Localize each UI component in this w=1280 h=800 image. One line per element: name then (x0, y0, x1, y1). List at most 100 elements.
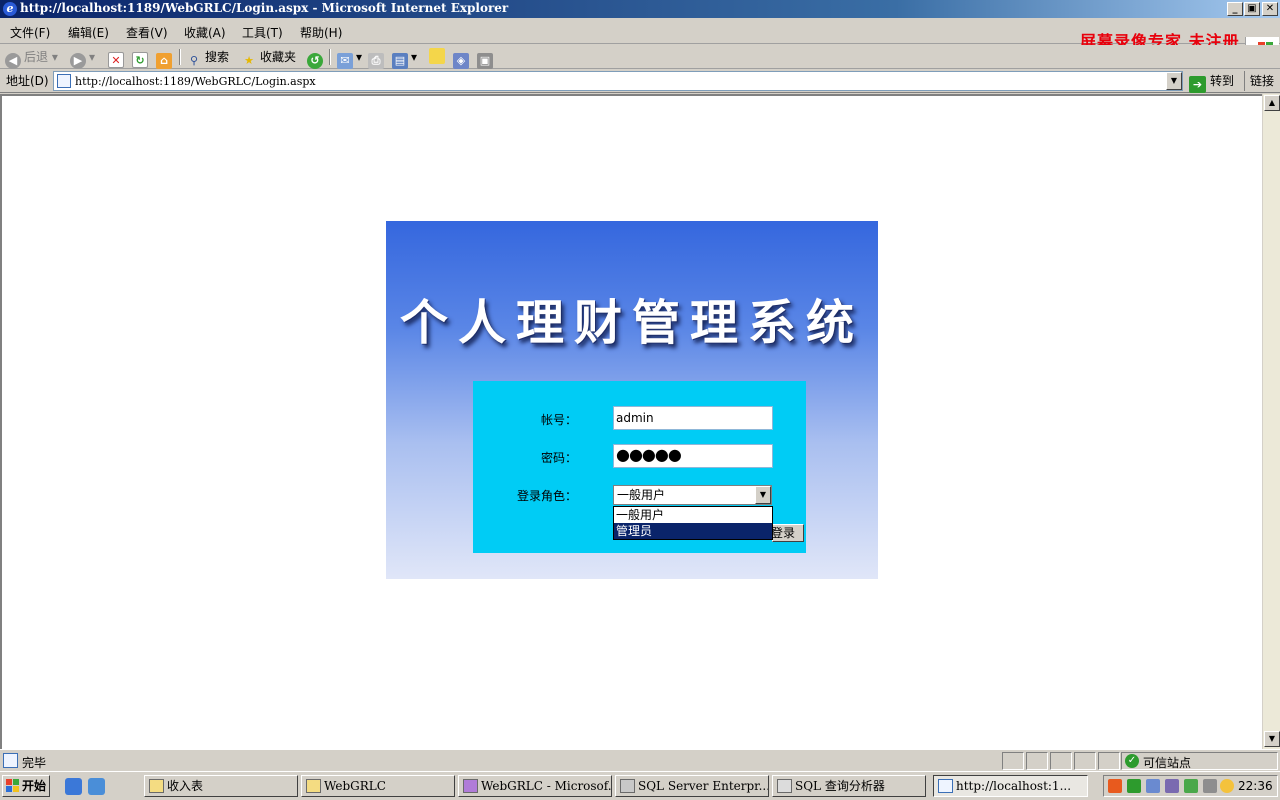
scroll-up-button[interactable]: ▲ (1264, 95, 1280, 111)
back-arrow-icon: ◀ (5, 53, 21, 69)
history-button[interactable]: ↺ (307, 48, 326, 69)
page-status-icon (3, 753, 18, 768)
taskbar: 开始 收入表 WebGRLC WebGRLC - Microsof... SQL… (0, 771, 1280, 800)
address-dropdown-button[interactable]: ▼ (1166, 72, 1182, 90)
sql-server-icon (620, 779, 635, 793)
recorder-tray-icon[interactable] (1108, 779, 1122, 793)
quicklaunch-ie-icon[interactable] (65, 778, 82, 795)
sql-service-tray-icon[interactable] (1165, 779, 1179, 793)
status-cell (1026, 752, 1048, 770)
window-title-bar: e http://localhost:1189/WebGRLC/Login.as… (0, 0, 1280, 18)
scroll-down-button[interactable]: ▼ (1264, 731, 1280, 747)
refresh-button[interactable]: ↻ (132, 48, 151, 68)
back-button[interactable]: ◀ 后退 ▾ (5, 48, 58, 69)
search-button[interactable]: ⚲ 搜索 (186, 48, 230, 67)
status-bar: 完毕 ✓ 可信站点 (0, 749, 1280, 771)
edit-page-icon: ▤ (392, 53, 408, 69)
task-visual-studio[interactable]: WebGRLC - Microsof... (458, 775, 612, 797)
task-label: http://localhost:1... (956, 779, 1072, 793)
password-label: 密码： (540, 451, 577, 465)
search-label: 搜索 (205, 50, 230, 64)
start-button[interactable]: 开始 (2, 775, 50, 797)
login-panel: 个人理财管理系统 帐号： admin 密码： ●●●●● 登录角色： 一般用户 … (386, 221, 878, 579)
print-button[interactable]: ⎙ (368, 48, 387, 69)
display-tray-icon[interactable] (1146, 779, 1160, 793)
home-button[interactable]: ⌂ (156, 48, 175, 69)
role-selected-value: 一般用户 (617, 488, 666, 502)
role-option-admin[interactable]: 管理员 (614, 523, 772, 539)
close-button[interactable]: ✕ (1262, 2, 1278, 16)
star-icon: ★ (244, 54, 254, 67)
status-cell (1002, 752, 1024, 770)
login-button-label: 登录 (772, 526, 796, 540)
stop-button[interactable]: ✕ (108, 48, 127, 68)
task-sql-query-analyzer[interactable]: SQL 查询分析器 (772, 775, 926, 797)
role-option-normal-user[interactable]: 一般用户 (614, 507, 772, 523)
menu-favorites[interactable]: 收藏(A) (184, 24, 226, 41)
messenger-button[interactable]: ◈ (453, 48, 472, 69)
device-tray-icon[interactable] (1203, 779, 1217, 793)
address-input[interactable]: http://localhost:1189/WebGRLC/Login.aspx… (53, 71, 1183, 91)
account-label: 帐号： (540, 413, 577, 427)
menu-help[interactable]: 帮助(H) (300, 24, 342, 41)
address-url[interactable]: http://localhost:1189/WebGRLC/Login.aspx (75, 75, 316, 88)
role-label: 登录角色： (516, 489, 577, 503)
task-sql-enterprise[interactable]: SQL Server Enterpr... (615, 775, 769, 797)
trusted-zone-icon: ✓ (1125, 754, 1139, 768)
forward-button[interactable]: ▶ ▾ (70, 48, 95, 69)
note-icon (429, 48, 445, 64)
task-label: WebGRLC (324, 779, 386, 793)
menu-view[interactable]: 查看(V) (126, 24, 168, 41)
menu-file[interactable]: 文件(F) (10, 24, 50, 41)
folder-icon (306, 779, 321, 793)
login-form: 帐号： admin 密码： ●●●●● 登录角色： 一般用户 ▼ 登录 一般用户… (473, 381, 806, 553)
status-cell (1074, 752, 1096, 770)
volume-tray-icon[interactable] (1184, 779, 1198, 793)
system-title: 个人理财管理系统 (399, 295, 864, 351)
task-label: SQL 查询分析器 (795, 779, 885, 793)
address-bar: 地址(D) http://localhost:1189/WebGRLC/Logi… (0, 69, 1280, 93)
status-cell (1050, 752, 1072, 770)
research-icon: ▣ (477, 53, 493, 69)
account-input[interactable]: admin (613, 406, 773, 430)
role-select[interactable]: 一般用户 ▼ (613, 485, 772, 505)
toolbar-separator (329, 49, 331, 65)
menu-edit[interactable]: 编辑(E) (68, 24, 109, 41)
task-income-table[interactable]: 收入表 (144, 775, 298, 797)
role-dropdown-list: 一般用户 管理员 (613, 506, 773, 540)
start-label: 开始 (22, 779, 47, 793)
research-button[interactable]: ▣ (477, 48, 496, 69)
task-webgrlc-folder[interactable]: WebGRLC (301, 775, 455, 797)
network-tray-icon[interactable] (1127, 779, 1141, 793)
zone-text: 可信站点 (1143, 756, 1192, 770)
edit-button[interactable]: ▤ ▾ (392, 48, 417, 69)
window-title: http://localhost:1189/WebGRLC/Login.aspx… (20, 1, 509, 15)
go-arrow-icon: ➔ (1189, 76, 1206, 93)
windows-flag-icon (6, 779, 20, 793)
task-ie-localhost[interactable]: http://localhost:1... (933, 775, 1088, 797)
menu-tools[interactable]: 工具(T) (242, 24, 283, 41)
go-button[interactable]: ➔ 转到 (1189, 71, 1234, 93)
maximize-button[interactable]: ▣ (1244, 2, 1260, 16)
favorites-button[interactable]: ★ 收藏夹 (241, 48, 296, 67)
login-button[interactable]: 登录 (772, 524, 804, 542)
ie-icon: e (3, 2, 17, 16)
folder-icon (149, 779, 164, 793)
page-viewport: 个人理财管理系统 帐号： admin 密码： ●●●●● 登录角色： 一般用户 … (0, 94, 1262, 749)
history-icon: ↺ (307, 53, 323, 69)
query-analyzer-icon (777, 779, 792, 793)
mail-button[interactable]: ✉ ▾ (337, 48, 362, 69)
messenger-tray-icon[interactable] (1220, 779, 1234, 793)
task-label: WebGRLC - Microsof... (481, 779, 612, 793)
back-label: 后退 (24, 50, 49, 64)
search-icon: ⚲ (189, 54, 199, 67)
minimize-button[interactable]: _ (1227, 2, 1243, 16)
chevron-down-icon[interactable]: ▼ (755, 486, 771, 504)
quicklaunch-desktop-icon[interactable] (88, 778, 105, 795)
links-button[interactable]: 链接 (1244, 71, 1274, 91)
discuss-button[interactable] (429, 48, 448, 66)
password-input[interactable]: ●●●●● (613, 444, 773, 468)
refresh-icon: ↻ (132, 52, 148, 68)
vertical-scrollbar[interactable]: ▲ ▼ (1262, 94, 1280, 749)
task-label: SQL Server Enterpr... (638, 779, 769, 793)
